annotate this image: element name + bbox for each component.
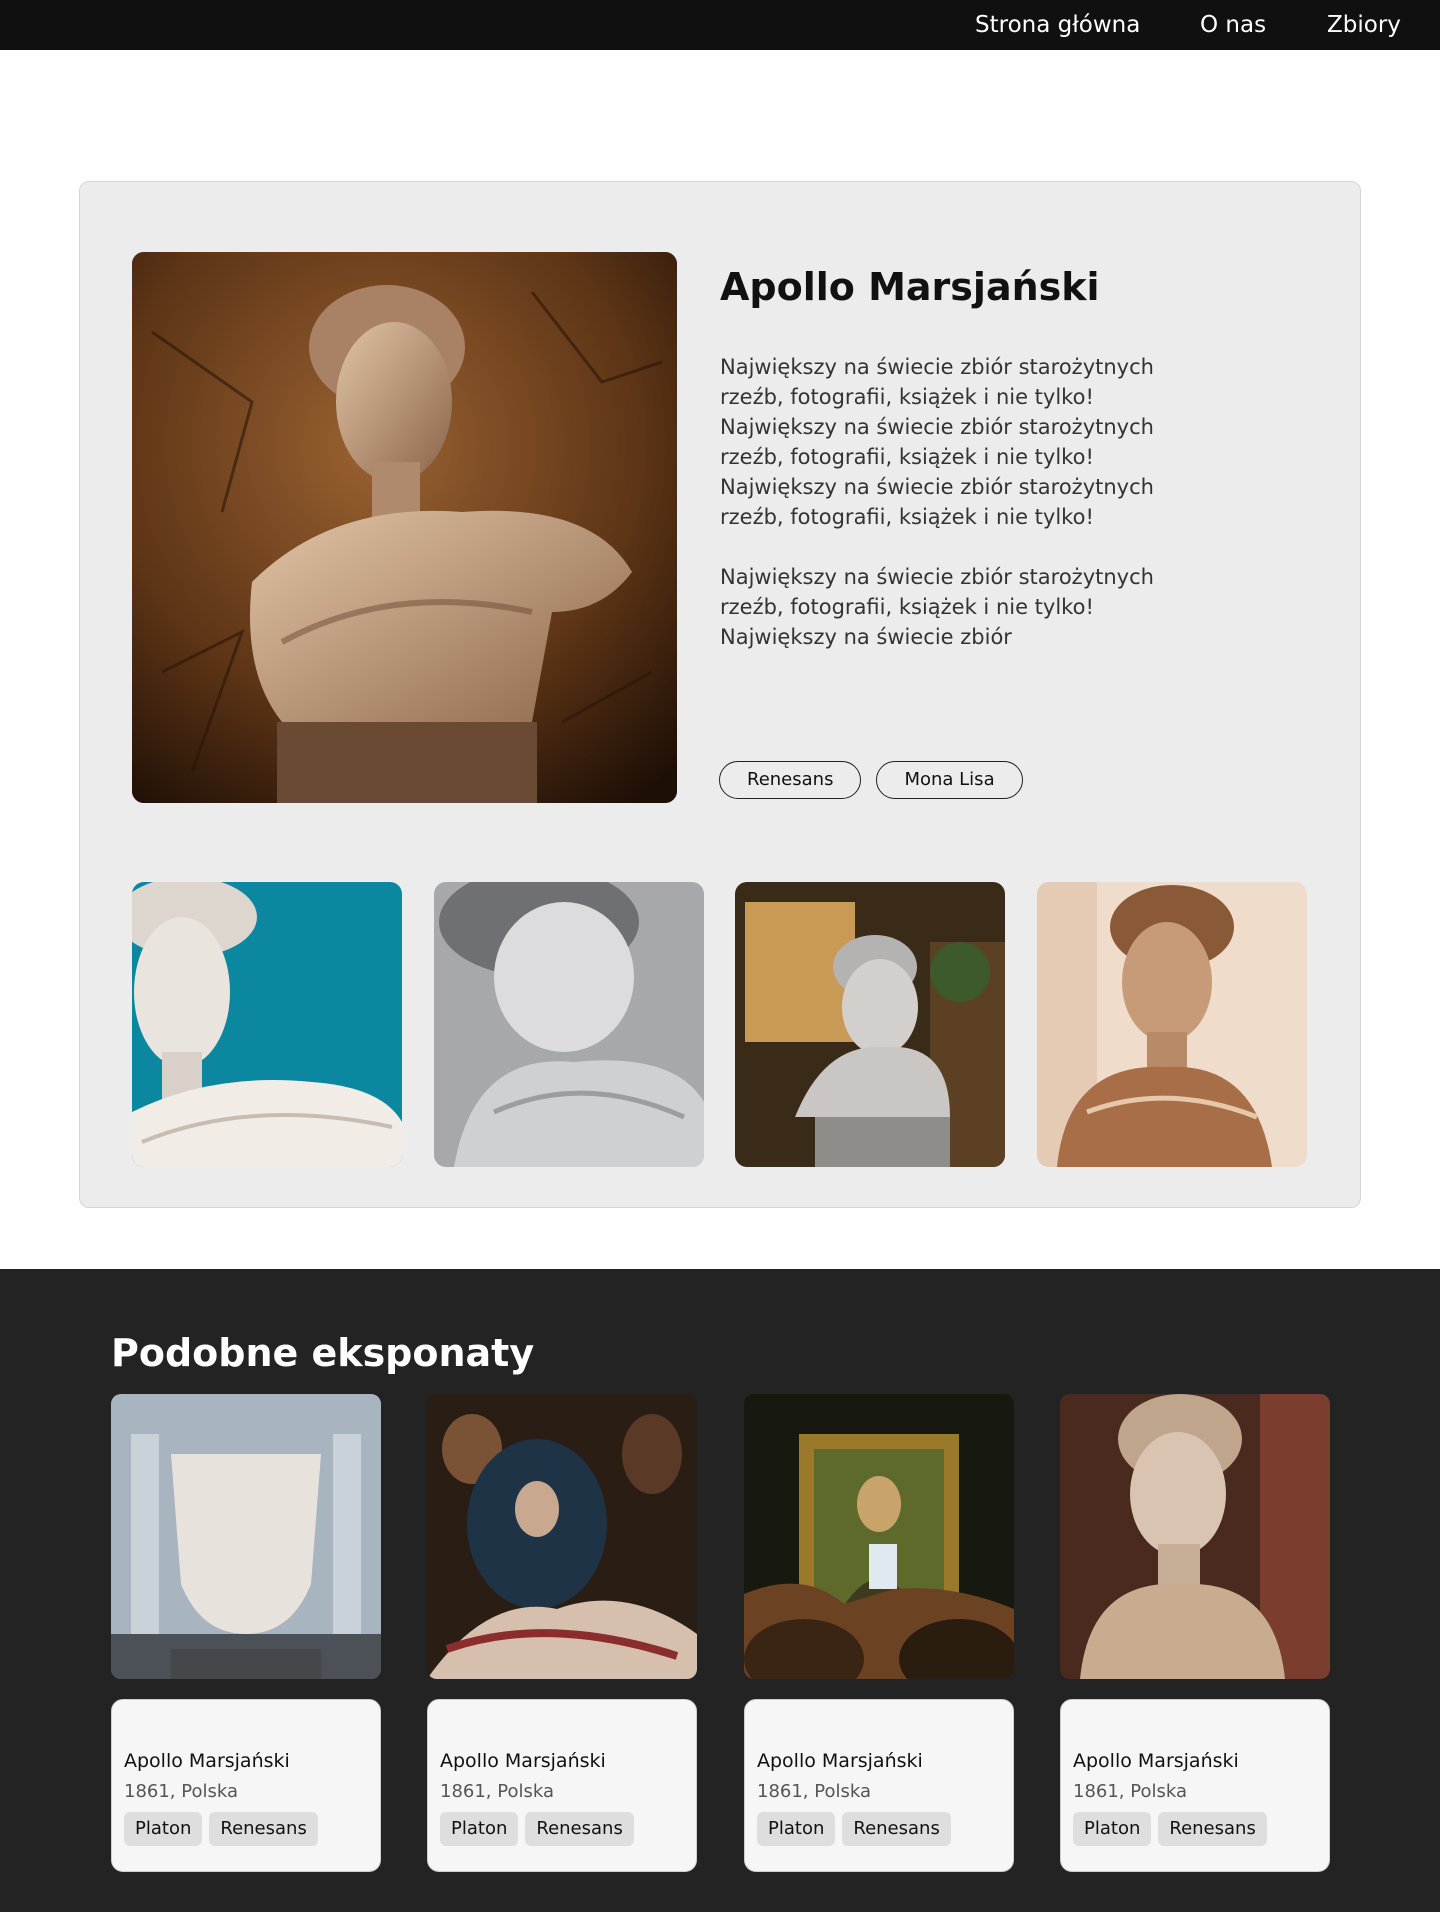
similar-exhibit-card: Apollo Marsjański 1861, Polska Platon Re… (744, 1699, 1014, 1872)
similar-exhibit-image (744, 1394, 1014, 1679)
exhibit-name: Apollo Marsjański (124, 1750, 290, 1772)
exhibit-name: Apollo Marsjański (1073, 1750, 1239, 1772)
tag-chip[interactable]: Renesans (1158, 1812, 1267, 1846)
nav-link-about[interactable]: O nas (1200, 12, 1266, 38)
tag-chip[interactable]: Renesans (842, 1812, 951, 1846)
tag-chip[interactable]: Platon (757, 1812, 836, 1846)
tag-chip[interactable]: Platon (124, 1812, 203, 1846)
gallery-thumbnail[interactable] (434, 882, 704, 1167)
gallery-thumbnail[interactable] (132, 882, 402, 1167)
exhibit-meta: 1861, Polska (1073, 1781, 1187, 1802)
exhibit-tags: Renesans Mona Lisa (719, 761, 1023, 799)
tag-renesans[interactable]: Renesans (719, 761, 862, 799)
similar-exhibit-card: Apollo Marsjański 1861, Polska Platon Re… (111, 1699, 381, 1872)
similar-exhibit-image (111, 1394, 381, 1679)
section-title: Podobne eksponaty (111, 1331, 535, 1375)
similar-exhibit-image (1060, 1394, 1330, 1679)
exhibit-main-image (132, 252, 677, 803)
tag-chip[interactable]: Renesans (209, 1812, 318, 1846)
nav-link-collections[interactable]: Zbiory (1327, 12, 1401, 38)
similar-exhibit-item[interactable]: Apollo Marsjański 1861, Polska Platon Re… (427, 1394, 697, 1872)
tag-chip[interactable]: Renesans (525, 1812, 634, 1846)
tag-mona-lisa[interactable]: Mona Lisa (876, 761, 1023, 799)
exhibit-tags: Platon Renesans (440, 1812, 684, 1846)
description-paragraph: Największy na świecie zbiór starożytnych… (720, 355, 1154, 529)
exhibit-tags: Platon Renesans (757, 1812, 1001, 1846)
exhibit-name: Apollo Marsjański (757, 1750, 923, 1772)
gallery-thumbnail[interactable] (1037, 882, 1307, 1167)
similar-exhibit-image (427, 1394, 697, 1679)
description-paragraph: Największy na świecie zbiór starożytnych… (720, 565, 1154, 649)
exhibit-detail-card: Apollo Marsjański Największy na świecie … (79, 181, 1361, 1208)
similar-exhibit-item[interactable]: Apollo Marsjański 1861, Polska Platon Re… (111, 1394, 381, 1872)
exhibit-meta: 1861, Polska (440, 1781, 554, 1802)
tag-chip[interactable]: Platon (440, 1812, 519, 1846)
tag-chip[interactable]: Platon (1073, 1812, 1152, 1846)
exhibit-description: Największy na świecie zbiór starożytnych… (720, 352, 1200, 682)
similar-exhibits-section: Podobne eksponaty Apollo Marsjański 1861… (0, 1269, 1440, 1912)
exhibit-title: Apollo Marsjański (720, 265, 1100, 309)
exhibit-meta: 1861, Polska (757, 1781, 871, 1802)
top-navbar: Strona główna O nas Zbiory (0, 0, 1440, 50)
similar-exhibit-item[interactable]: Apollo Marsjański 1861, Polska Platon Re… (1060, 1394, 1330, 1872)
exhibit-meta: 1861, Polska (124, 1781, 238, 1802)
exhibit-gallery (132, 882, 1310, 1167)
similar-exhibit-card: Apollo Marsjański 1861, Polska Platon Re… (427, 1699, 697, 1872)
similar-exhibit-item[interactable]: Apollo Marsjański 1861, Polska Platon Re… (744, 1394, 1014, 1872)
similar-exhibit-card: Apollo Marsjański 1861, Polska Platon Re… (1060, 1699, 1330, 1872)
gallery-thumbnail[interactable] (735, 882, 1005, 1167)
exhibit-tags: Platon Renesans (124, 1812, 368, 1846)
exhibit-name: Apollo Marsjański (440, 1750, 606, 1772)
exhibit-tags: Platon Renesans (1073, 1812, 1317, 1846)
nav-link-home[interactable]: Strona główna (975, 12, 1140, 38)
